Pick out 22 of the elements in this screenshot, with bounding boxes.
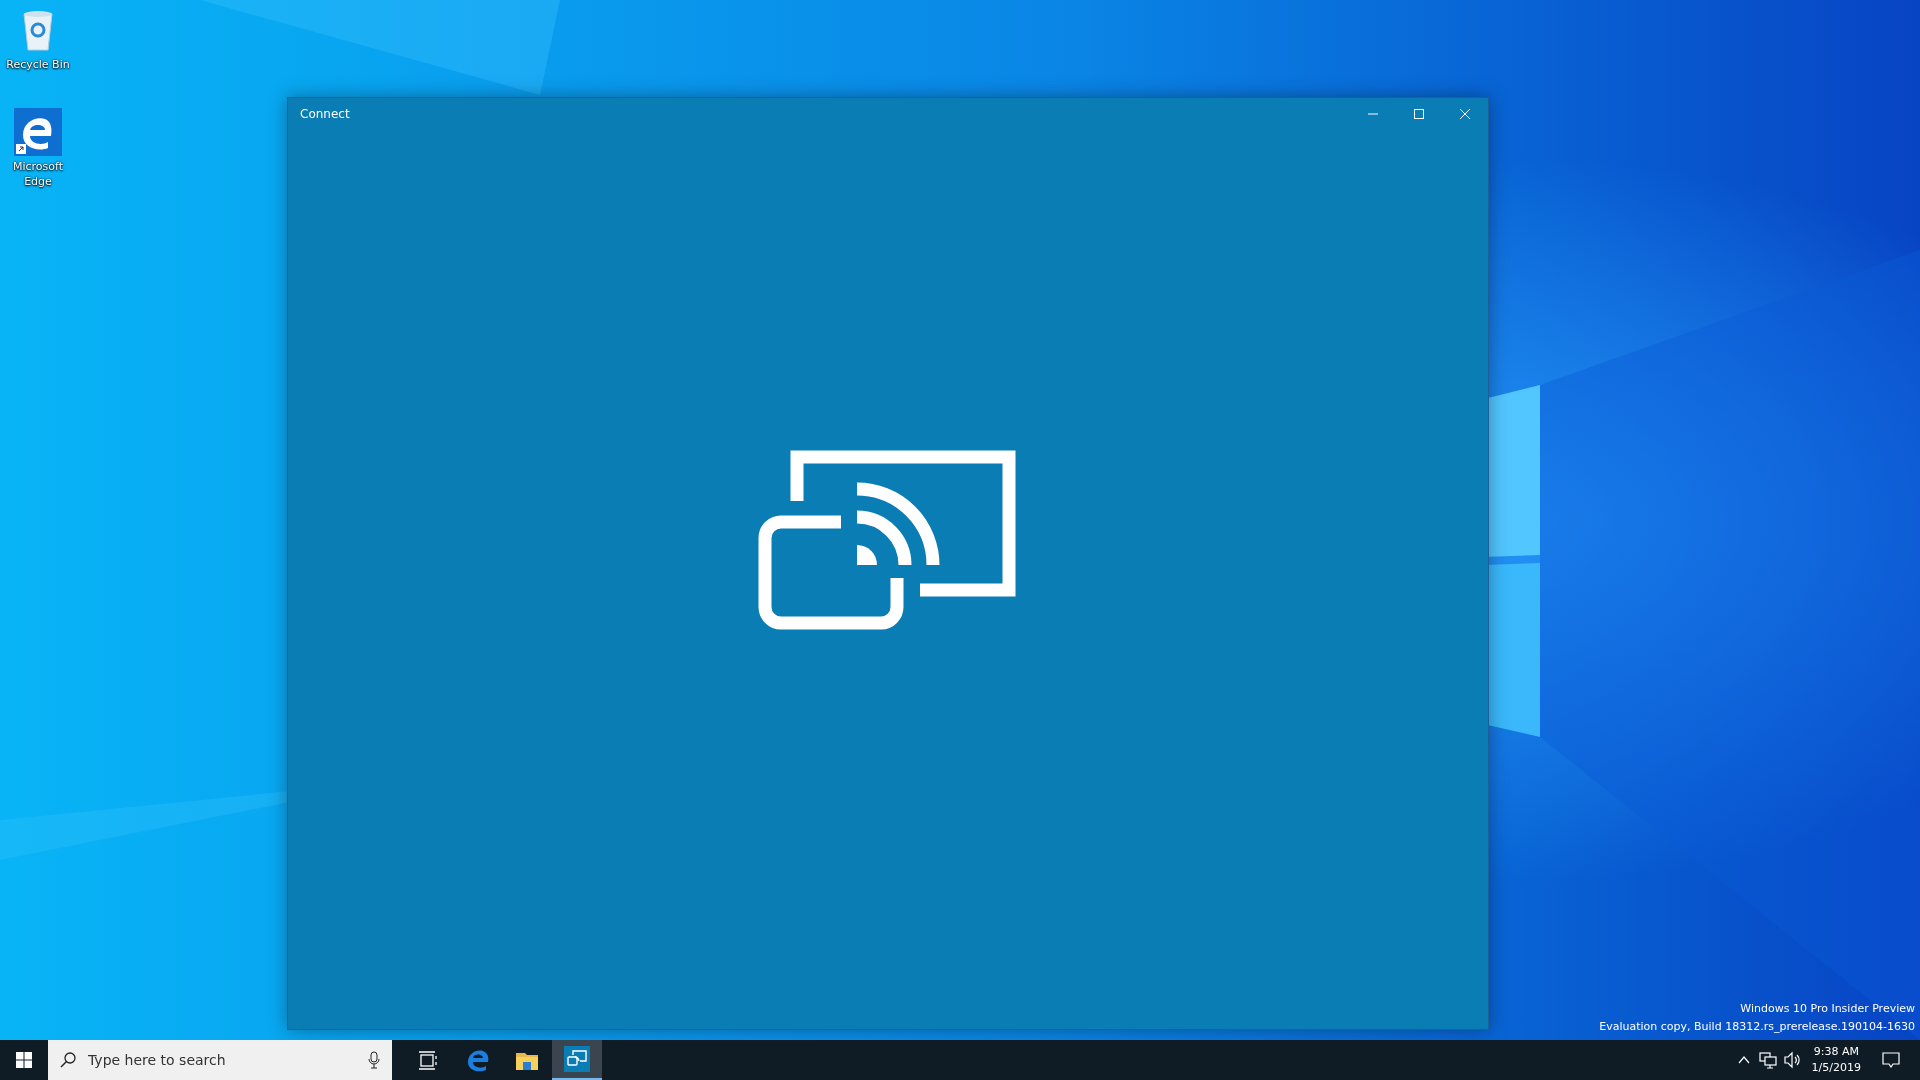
clock[interactable]: 9:38 AM 1/5/2019 <box>1803 1044 1869 1076</box>
microphone-icon[interactable] <box>368 1051 380 1069</box>
icon-label: Recycle Bin <box>6 57 70 72</box>
search-icon <box>60 1052 76 1068</box>
network-icon[interactable] <box>1758 1051 1777 1069</box>
close-icon <box>1460 109 1470 119</box>
taskbar-button[interactable] <box>552 1040 602 1080</box>
cast-screen-icon <box>564 1046 590 1072</box>
notification-icon[interactable] <box>1882 1052 1900 1068</box>
window-title: Connect <box>300 107 351 121</box>
chevron-up-icon[interactable] <box>1736 1054 1751 1066</box>
search-bar[interactable]: Type here to search <box>48 1040 392 1080</box>
search-field[interactable]: Type here to search <box>86 1051 358 1069</box>
edge-icon[interactable] <box>14 108 62 156</box>
volume-icon[interactable] <box>1782 1051 1801 1069</box>
watermark-text: Evaluation copy, Build 18312.rs_prerelease.190104-1630 <box>1599 1019 1915 1035</box>
icon-label: Microsoft Edge <box>11 159 65 189</box>
cast-screen-icon <box>757 448 1019 631</box>
watermark-text: Windows 10 Pro Insider Preview <box>1740 1001 1915 1017</box>
task-view-icon <box>417 1050 437 1070</box>
maximize-icon <box>1414 109 1424 119</box>
windows-logo-icon <box>16 1052 32 1068</box>
